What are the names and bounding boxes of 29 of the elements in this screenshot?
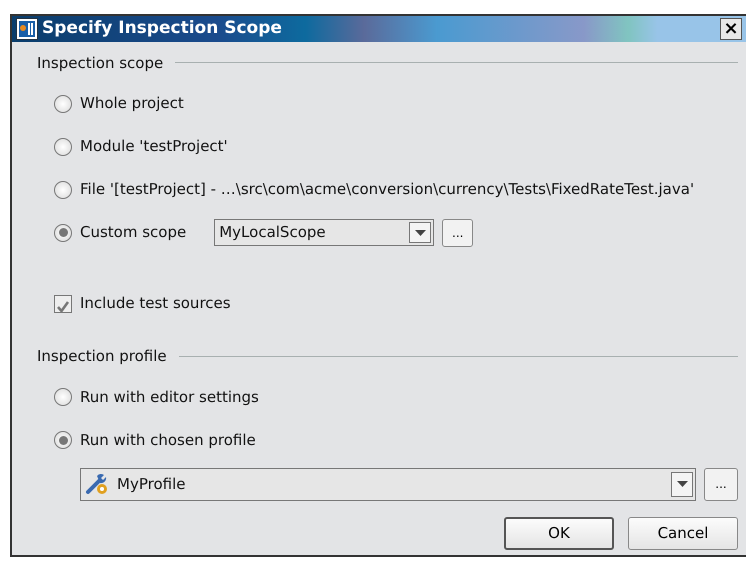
cancel-button[interactable]: Cancel (628, 516, 738, 550)
ok-button[interactable]: OK (504, 516, 614, 550)
radio-button[interactable] (54, 224, 72, 242)
close-button[interactable]: × (720, 18, 742, 40)
dropdown-value: MyProfile (117, 474, 186, 495)
radio-label[interactable]: Whole project (80, 92, 184, 115)
radio-label[interactable]: Module 'testProject' (80, 135, 228, 158)
window-title: Specify Inspection Scope (42, 17, 282, 40)
dropdown-arrow-icon (676, 481, 688, 487)
radio-button[interactable] (54, 138, 72, 156)
dropdown-arrow-icon (414, 230, 426, 236)
dropdown[interactable]: MyLocalScope (214, 219, 434, 246)
dropdown-value: MyLocalScope (219, 222, 326, 244)
browse-button[interactable]: ... (704, 468, 738, 500)
radio-label[interactable]: Custom scope (80, 221, 186, 244)
radio-label[interactable]: File '[testProject] - …\src\com\acme\conversion\currency\Tests\FixedRateTest.java' (80, 178, 694, 201)
radio-button[interactable] (54, 94, 72, 112)
section-heading: Inspection scope (37, 52, 164, 74)
radio-button[interactable] (54, 180, 72, 198)
checkbox-label[interactable]: Include test sources (80, 292, 231, 315)
checkbox[interactable] (54, 294, 72, 312)
radio-button[interactable] (54, 431, 72, 449)
radio-button[interactable] (54, 388, 72, 406)
browse-button[interactable]: ... (442, 218, 474, 246)
radio-label[interactable]: Run with chosen profile (80, 428, 256, 452)
section-heading: Inspection profile (37, 346, 167, 367)
app-icon (16, 18, 38, 40)
radio-label[interactable]: Run with editor settings (80, 386, 259, 408)
dropdown[interactable]: MyProfile (80, 468, 696, 500)
